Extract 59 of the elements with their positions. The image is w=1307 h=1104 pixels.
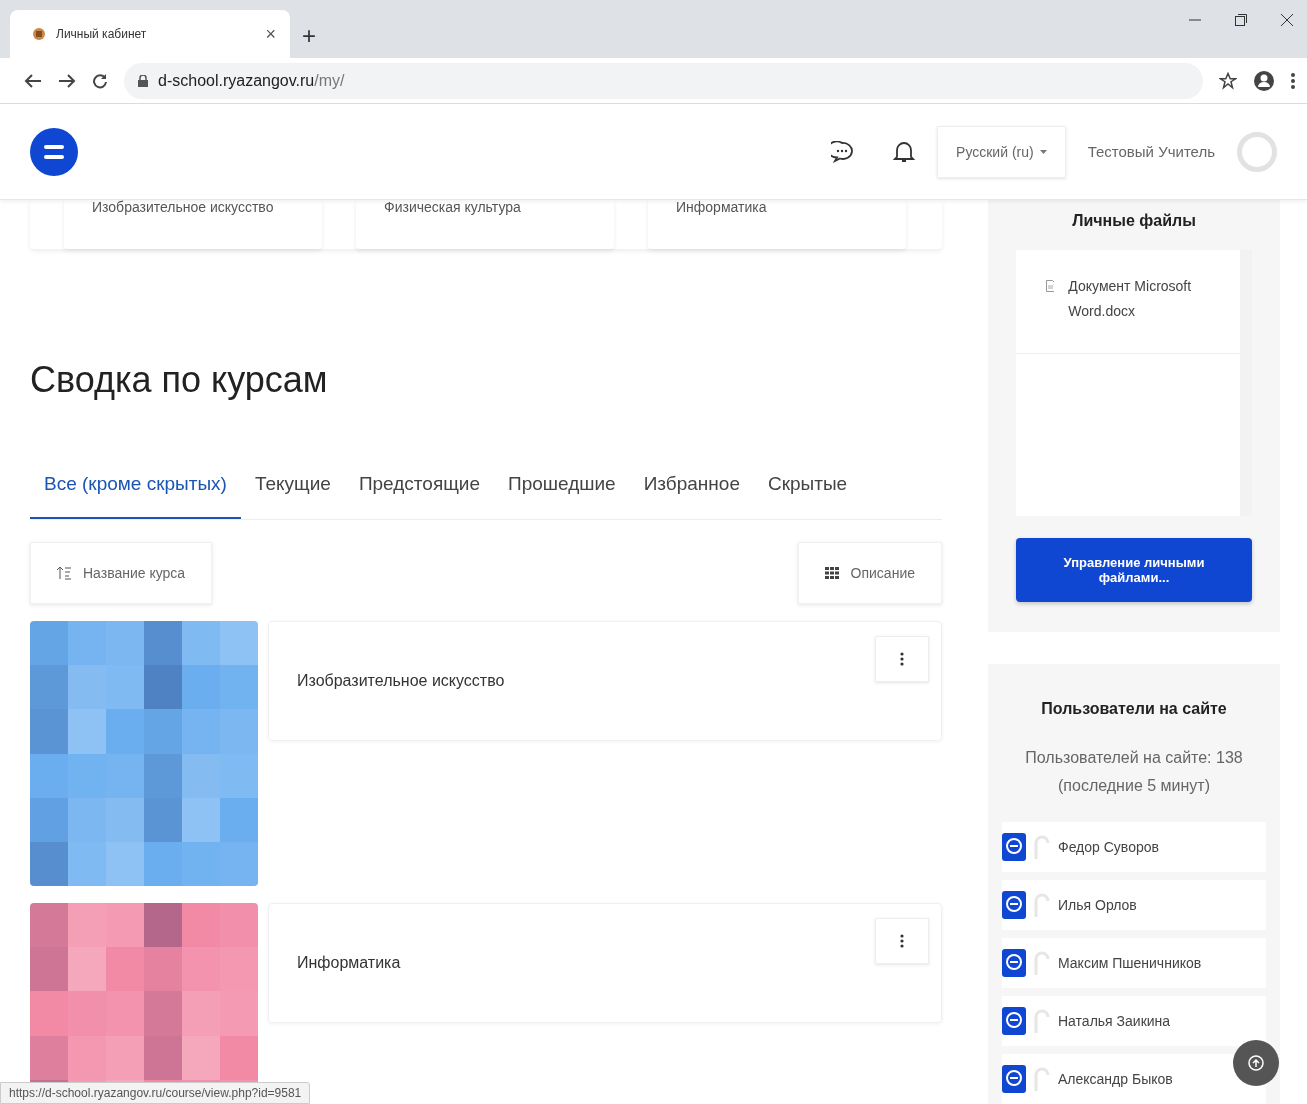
course-tab[interactable]: Текущие	[240, 463, 345, 519]
user-link[interactable]: Илья Орлов	[1058, 897, 1137, 913]
user-link[interactable]: Александр Быков	[1058, 1071, 1173, 1087]
more-icon	[900, 652, 904, 666]
url-text: d-school.ryazangov.ru/my/	[158, 71, 345, 90]
browser-tab[interactable]: Личный кабинет ×	[10, 10, 290, 58]
user-link[interactable]: Наталья Заикина	[1058, 1013, 1171, 1029]
online-users-period: (последние 5 минут)	[1058, 776, 1210, 796]
reload-icon[interactable]	[92, 72, 108, 89]
new-tab-button[interactable]: +	[302, 22, 316, 50]
user-name[interactable]: Тестовый Учитель	[1087, 143, 1215, 160]
menu-logo[interactable]	[30, 127, 78, 176]
more-icon[interactable]	[1291, 71, 1295, 90]
view-button[interactable]: Описание	[797, 542, 942, 604]
forward-icon[interactable]	[58, 72, 76, 89]
manage-files-button[interactable]: Управление личными файлами...	[1016, 538, 1252, 602]
course-name[interactable]: Информатика	[297, 954, 401, 972]
link-url-tooltip: https://d-school.ryazangov.ru/course/view.php?id=9581	[0, 1082, 311, 1104]
address-bar[interactable]: d-school.ryazangov.ru/my/	[124, 62, 1203, 99]
more-icon	[900, 934, 904, 948]
section-title: Сводка по курсам	[30, 359, 329, 401]
arrow-up-icon	[1248, 1055, 1264, 1071]
site-favicon	[32, 27, 46, 41]
course-tab[interactable]: Предстоящие	[344, 463, 494, 519]
file-link[interactable]: Документ Microsoft Word.docx	[1068, 274, 1230, 353]
block-title: Личные файлы	[1072, 212, 1196, 230]
avatar-icon	[1034, 1009, 1050, 1033]
sort-button[interactable]: Название курса	[30, 542, 213, 604]
file-icon	[1046, 280, 1055, 292]
block-title: Пользователи на сайте	[1041, 700, 1227, 718]
close-icon[interactable]	[1281, 14, 1293, 26]
back-icon[interactable]	[24, 72, 42, 89]
sort-icon	[57, 566, 71, 580]
grid-icon	[824, 567, 839, 579]
star-icon[interactable]	[1219, 71, 1237, 90]
notification-icon[interactable]	[893, 139, 916, 164]
course-name[interactable]: Изобразительное искусство	[297, 672, 505, 690]
avatar-icon	[1034, 951, 1050, 975]
course-tab[interactable]: Избранное	[629, 463, 754, 519]
lock-icon	[138, 74, 148, 87]
course-tab[interactable]: Прошедшие	[494, 463, 630, 519]
course-tab[interactable]: Скрытые	[754, 463, 862, 519]
user-link[interactable]: Максим Пшеничников	[1058, 955, 1202, 971]
caret-icon	[1039, 149, 1047, 154]
course-tile[interactable]: Изобразительное искусство	[64, 200, 322, 249]
course-tile[interactable]: Информатика	[648, 200, 906, 249]
tab-close-button[interactable]: ×	[265, 23, 276, 45]
course-tile[interactable]: Физическая культура	[356, 200, 614, 249]
avatar-icon	[1034, 1067, 1050, 1091]
course-tab[interactable]: Все (кроме скрытых)	[30, 463, 241, 519]
restore-icon[interactable]	[1235, 14, 1247, 26]
avatar-icon	[1034, 835, 1050, 859]
tab-title: Личный кабинет	[56, 27, 148, 41]
avatar-icon	[1034, 893, 1050, 917]
chat-icon[interactable]	[831, 140, 854, 163]
profile-icon[interactable]	[1253, 69, 1275, 92]
language-menu[interactable]: Русский (ru)	[937, 125, 1066, 178]
online-users-count: Пользователей на сайте: 138	[1025, 748, 1243, 768]
user-link[interactable]: Федор Суворов	[1058, 839, 1159, 855]
